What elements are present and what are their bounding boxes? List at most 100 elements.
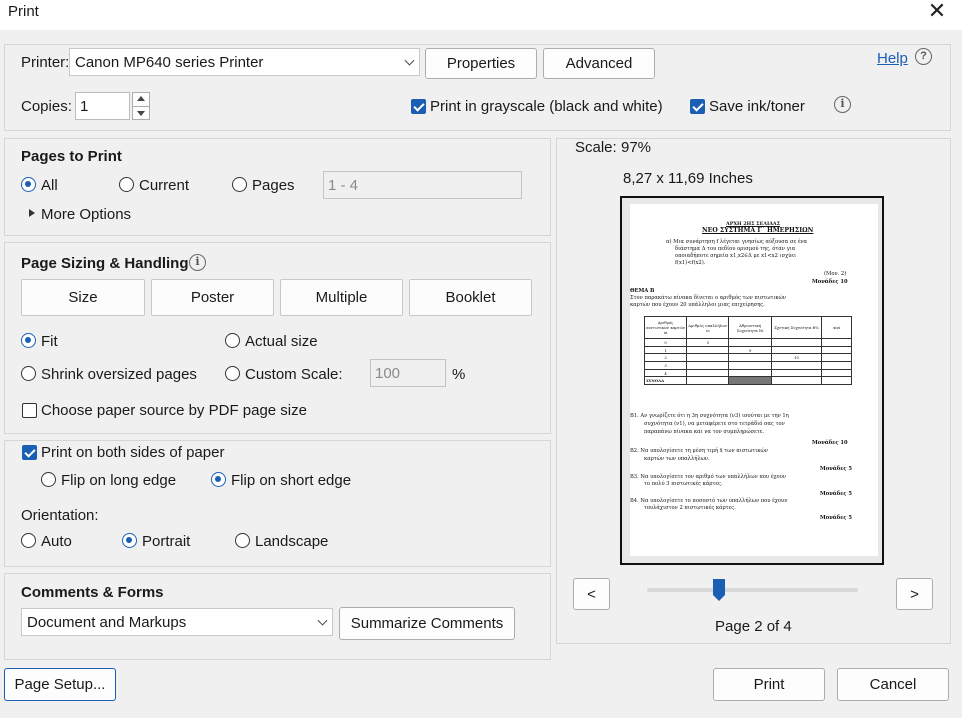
radio-flip-short-label: Flip on short edge bbox=[231, 472, 352, 489]
cancel-button[interactable]: Cancel bbox=[837, 668, 949, 701]
radio-flip-short[interactable] bbox=[211, 472, 226, 487]
doc-table-cell bbox=[821, 345, 852, 355]
both-sides-checkbox[interactable] bbox=[22, 445, 37, 460]
radio-actual-size-label: Actual size bbox=[245, 333, 318, 350]
doc-table-cell bbox=[770, 361, 823, 370]
doc-line: Μονάδες 5 bbox=[820, 515, 852, 521]
info-icon[interactable]: i bbox=[834, 96, 851, 113]
help-link[interactable]: Help bbox=[877, 50, 908, 67]
doc-line: Β4. Να υπολογίσετε το ποσοστό των υπαλλή… bbox=[630, 498, 788, 504]
doc-table-header: Σχετική Συχνότητα fi% bbox=[770, 316, 823, 339]
radio-fit[interactable] bbox=[21, 333, 36, 348]
page-setup-button[interactable]: Page Setup... bbox=[4, 668, 116, 701]
radio-flip-long-label: Flip on long edge bbox=[61, 472, 177, 489]
doc-line: καρτών των υπαλλήλων. bbox=[644, 456, 710, 462]
doc-table-header: xiνi bbox=[821, 316, 852, 339]
radio-current[interactable] bbox=[119, 177, 134, 192]
tab-size[interactable]: Size bbox=[21, 279, 145, 316]
info-icon[interactable]: i bbox=[189, 254, 206, 271]
doc-table-cell bbox=[770, 376, 823, 386]
paper-source-checkbox[interactable] bbox=[22, 403, 37, 418]
comments-forms-select[interactable]: Document and Markups bbox=[21, 608, 333, 636]
doc-table-cell: 0 bbox=[643, 338, 688, 347]
comments-forms-heading: Comments & Forms bbox=[21, 584, 164, 601]
radio-shrink[interactable] bbox=[21, 366, 36, 381]
tab-poster[interactable]: Poster bbox=[151, 279, 274, 316]
doc-table-header: Αθροιστική Συχνότητα Νi bbox=[728, 316, 772, 339]
doc-line: διάστημα Δ του πεδίου ορισμού της, όταν … bbox=[675, 246, 796, 252]
prev-page-button[interactable]: < bbox=[573, 578, 610, 610]
orientation-label: Orientation: bbox=[21, 507, 99, 524]
stepper-up-icon[interactable] bbox=[137, 96, 145, 101]
radio-current-label: Current bbox=[139, 177, 190, 194]
percent-label: % bbox=[452, 366, 466, 383]
chevron-down-icon bbox=[404, 55, 415, 66]
radio-portrait-label: Portrait bbox=[142, 533, 191, 550]
doc-table-cell bbox=[821, 368, 852, 378]
radio-landscape-label: Landscape bbox=[255, 533, 329, 550]
tab-booklet[interactable]: Booklet bbox=[409, 279, 532, 316]
more-options-label[interactable]: More Options bbox=[41, 206, 131, 223]
radio-landscape[interactable] bbox=[235, 533, 250, 548]
copies-value: 1 bbox=[80, 97, 89, 115]
doc-line: Μονάδες 10 bbox=[812, 440, 848, 446]
radio-auto[interactable] bbox=[21, 533, 36, 548]
radio-custom-scale[interactable] bbox=[225, 366, 240, 381]
doc-table-cell: 1 bbox=[643, 345, 688, 355]
doc-line: το πολύ 3 πιστωτικές κάρτες. bbox=[644, 481, 723, 487]
doc-table-cell bbox=[821, 361, 852, 370]
doc-line: Β1. Αν γνωρίζετε ότι η 3η συχνότητα (ν3)… bbox=[630, 413, 789, 419]
doc-table-cell bbox=[770, 345, 823, 355]
doc-line: (Μον. 2) bbox=[824, 271, 847, 277]
save-ink-checkbox[interactable] bbox=[690, 99, 705, 114]
doc-table-cell: 2 bbox=[643, 353, 688, 363]
custom-scale-input[interactable]: 100 bbox=[370, 359, 446, 387]
scale-value: 97% bbox=[621, 139, 652, 156]
radio-shrink-label: Shrink oversized pages bbox=[41, 366, 197, 383]
doc-table-cell bbox=[686, 345, 730, 355]
doc-table-cell bbox=[728, 338, 772, 347]
radio-all-label: All bbox=[41, 177, 58, 194]
chevron-down-icon bbox=[317, 615, 328, 626]
page-dimensions: 8,27 x 11,69 Inches bbox=[623, 170, 753, 187]
title-bar bbox=[0, 0, 962, 30]
doc-table-cell bbox=[728, 376, 772, 386]
doc-line: Μονάδες 5 bbox=[820, 466, 852, 472]
doc-line: f(x1)<f(x2). bbox=[675, 260, 706, 266]
doc-line: συχνότητα (ν1), να μεταφέρετε στο τετράδ… bbox=[644, 421, 785, 427]
tab-multiple[interactable]: Multiple bbox=[280, 279, 403, 316]
pages-range-input[interactable]: 1 - 4 bbox=[323, 171, 522, 199]
properties-button[interactable]: Properties bbox=[425, 48, 537, 79]
summarize-comments-button[interactable]: Summarize Comments bbox=[339, 607, 515, 640]
printer-select[interactable]: Canon MP640 series Printer bbox=[69, 48, 420, 76]
doc-table-cell: 5 bbox=[686, 338, 730, 347]
print-button[interactable]: Print bbox=[713, 668, 825, 701]
radio-flip-long[interactable] bbox=[41, 472, 56, 487]
radio-all[interactable] bbox=[21, 177, 36, 192]
doc-line: τουλάχιστον 2 πιστωτικές κάρτες. bbox=[644, 505, 736, 511]
printer-label: Printer: bbox=[21, 54, 70, 71]
expand-triangle-icon[interactable] bbox=[29, 209, 35, 217]
next-page-button[interactable]: > bbox=[896, 578, 933, 610]
doc-table-cell bbox=[686, 361, 730, 370]
doc-table-cell bbox=[821, 338, 852, 347]
doc-line: Μονάδες 10 bbox=[812, 279, 848, 285]
radio-auto-label: Auto bbox=[41, 533, 72, 550]
page-sizing-heading: Page Sizing & Handling bbox=[21, 255, 189, 272]
close-icon[interactable]: ✕ bbox=[926, 0, 948, 22]
page-slider-thumb[interactable] bbox=[712, 578, 726, 602]
window-title: Print bbox=[8, 3, 39, 20]
doc-table-header: Αριθμός υπαλλήλων νi bbox=[686, 316, 730, 339]
radio-actual-size[interactable] bbox=[225, 333, 240, 348]
grayscale-checkbox[interactable] bbox=[411, 99, 426, 114]
radio-pages[interactable] bbox=[232, 177, 247, 192]
doc-table-cell bbox=[821, 376, 852, 386]
stepper-down-icon[interactable] bbox=[137, 111, 145, 116]
copies-stepper[interactable] bbox=[132, 92, 150, 120]
advanced-button[interactable]: Advanced bbox=[543, 48, 655, 79]
page-slider-track[interactable] bbox=[647, 588, 858, 592]
doc-table-header: Αριθμός πιστωτικών καρτών xi bbox=[643, 316, 688, 339]
copies-input[interactable]: 1 bbox=[75, 92, 130, 120]
radio-portrait[interactable] bbox=[122, 533, 137, 548]
help-icon[interactable]: ? bbox=[915, 48, 932, 65]
